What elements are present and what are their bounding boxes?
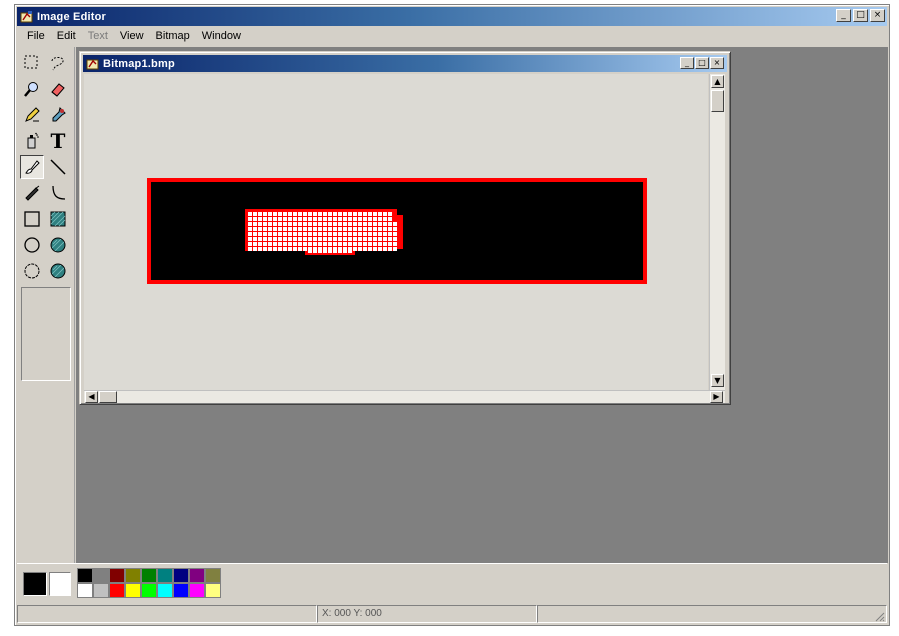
palette-swatch[interactable]	[77, 583, 93, 598]
scroll-left-button[interactable]: ◀	[85, 391, 98, 403]
palette-swatch[interactable]	[157, 583, 173, 598]
menu-file[interactable]: File	[21, 29, 51, 43]
app-icon	[20, 10, 34, 24]
current-colors	[21, 570, 73, 598]
line-icon[interactable]	[46, 155, 70, 179]
menu-bar: File Edit Text View Bitmap Window	[17, 27, 887, 45]
palette-swatch[interactable]	[125, 568, 141, 583]
filled-ellipse-icon[interactable]	[46, 233, 70, 257]
palette-swatch[interactable]	[109, 583, 125, 598]
scroll-up-button[interactable]: ▲	[711, 75, 724, 88]
resize-grip-icon[interactable]	[873, 610, 885, 622]
palette-swatch[interactable]	[93, 583, 109, 598]
menu-bitmap[interactable]: Bitmap	[150, 29, 196, 43]
menu-text[interactable]: Text	[82, 29, 114, 43]
pencil-icon[interactable]	[20, 103, 44, 127]
brush-icon[interactable]	[20, 155, 44, 179]
filled-circle-icon[interactable]	[46, 259, 70, 283]
horizontal-scroll-thumb[interactable]	[99, 391, 117, 403]
palette-swatch[interactable]	[141, 583, 157, 598]
palette-swatch[interactable]	[173, 583, 189, 598]
palette-swatch[interactable]	[189, 583, 205, 598]
bitmap-image[interactable]	[147, 178, 647, 284]
palette-swatch[interactable]	[157, 568, 173, 583]
lasso-icon[interactable]	[46, 51, 70, 75]
palette-swatch[interactable]	[77, 568, 93, 583]
toolbox: T	[17, 47, 75, 563]
palette-swatch[interactable]	[125, 583, 141, 598]
bitmap-canvas-area[interactable]	[84, 74, 708, 390]
doc-minimize-button[interactable]: _	[680, 57, 694, 69]
palette-swatch[interactable]	[205, 568, 221, 583]
palette-swatch[interactable]	[93, 568, 109, 583]
status-pane-coordinates: X: 000 Y: 000	[317, 605, 537, 623]
ellipse-icon[interactable]	[20, 233, 44, 257]
rectangle-icon[interactable]	[20, 207, 44, 231]
background-color-swatch[interactable]	[49, 572, 71, 596]
status-bar: X: 000 Y: 000	[17, 605, 887, 624]
horizontal-scrollbar[interactable]: ◀ ▶	[84, 390, 725, 403]
filled-rectangle-icon[interactable]	[46, 207, 70, 231]
document-icon	[86, 57, 100, 71]
scroll-down-button[interactable]: ▼	[711, 374, 724, 387]
palette-swatches	[77, 568, 221, 598]
vertical-scrollbar[interactable]: ▲ ▼	[709, 74, 725, 390]
palette-swatch[interactable]	[189, 568, 205, 583]
doc-close-button[interactable]: ×	[710, 57, 724, 69]
bitmap-document-window: Bitmap1.bmp _ □ × ▲ ▼ ◀ ▶	[79, 51, 731, 405]
minimize-button[interactable]: _	[836, 9, 851, 22]
menu-edit[interactable]: Edit	[51, 29, 82, 43]
palette-swatch[interactable]	[109, 568, 125, 583]
palette-swatch[interactable]	[173, 568, 189, 583]
marquee-select-icon[interactable]	[20, 51, 44, 75]
vertical-scroll-thumb[interactable]	[711, 90, 724, 112]
document-title: Bitmap1.bmp	[103, 57, 175, 70]
dropper-icon[interactable]	[46, 103, 70, 127]
text-tool-icon[interactable]: T	[46, 129, 70, 153]
curve-icon[interactable]	[46, 181, 70, 205]
text-tool-glyph: T	[50, 129, 66, 153]
app-title: Image Editor	[37, 10, 107, 23]
eraser-icon[interactable]	[46, 77, 70, 101]
status-pane-message	[17, 605, 317, 623]
mdi-client-area: Bitmap1.bmp _ □ × ▲ ▼ ◀ ▶	[76, 47, 888, 563]
doc-maximize-button[interactable]: □	[695, 57, 709, 69]
menu-window[interactable]: Window	[196, 29, 247, 43]
pixel-glyph	[245, 209, 403, 255]
palette-swatch[interactable]	[205, 583, 221, 598]
close-button[interactable]: ×	[870, 9, 885, 22]
paint-bucket-icon[interactable]	[20, 181, 44, 205]
ellipse-outline-icon[interactable]	[20, 259, 44, 283]
maximize-button[interactable]: □	[853, 9, 868, 22]
zoom-icon[interactable]	[20, 77, 44, 101]
status-pane-extra	[537, 605, 887, 623]
foreground-color-swatch[interactable]	[23, 572, 47, 596]
app-titlebar[interactable]: Image Editor _ □ ×	[17, 7, 887, 26]
palette-swatch[interactable]	[141, 568, 157, 583]
color-palette-bar	[17, 563, 887, 603]
document-titlebar[interactable]: Bitmap1.bmp _ □ ×	[83, 55, 727, 72]
menu-view[interactable]: View	[114, 29, 150, 43]
tool-options-panel[interactable]	[21, 287, 71, 381]
spray-can-icon[interactable]	[20, 129, 44, 153]
scroll-right-button[interactable]: ▶	[710, 391, 723, 403]
image-editor-window: Image Editor _ □ × File Edit Text View B…	[14, 4, 890, 626]
